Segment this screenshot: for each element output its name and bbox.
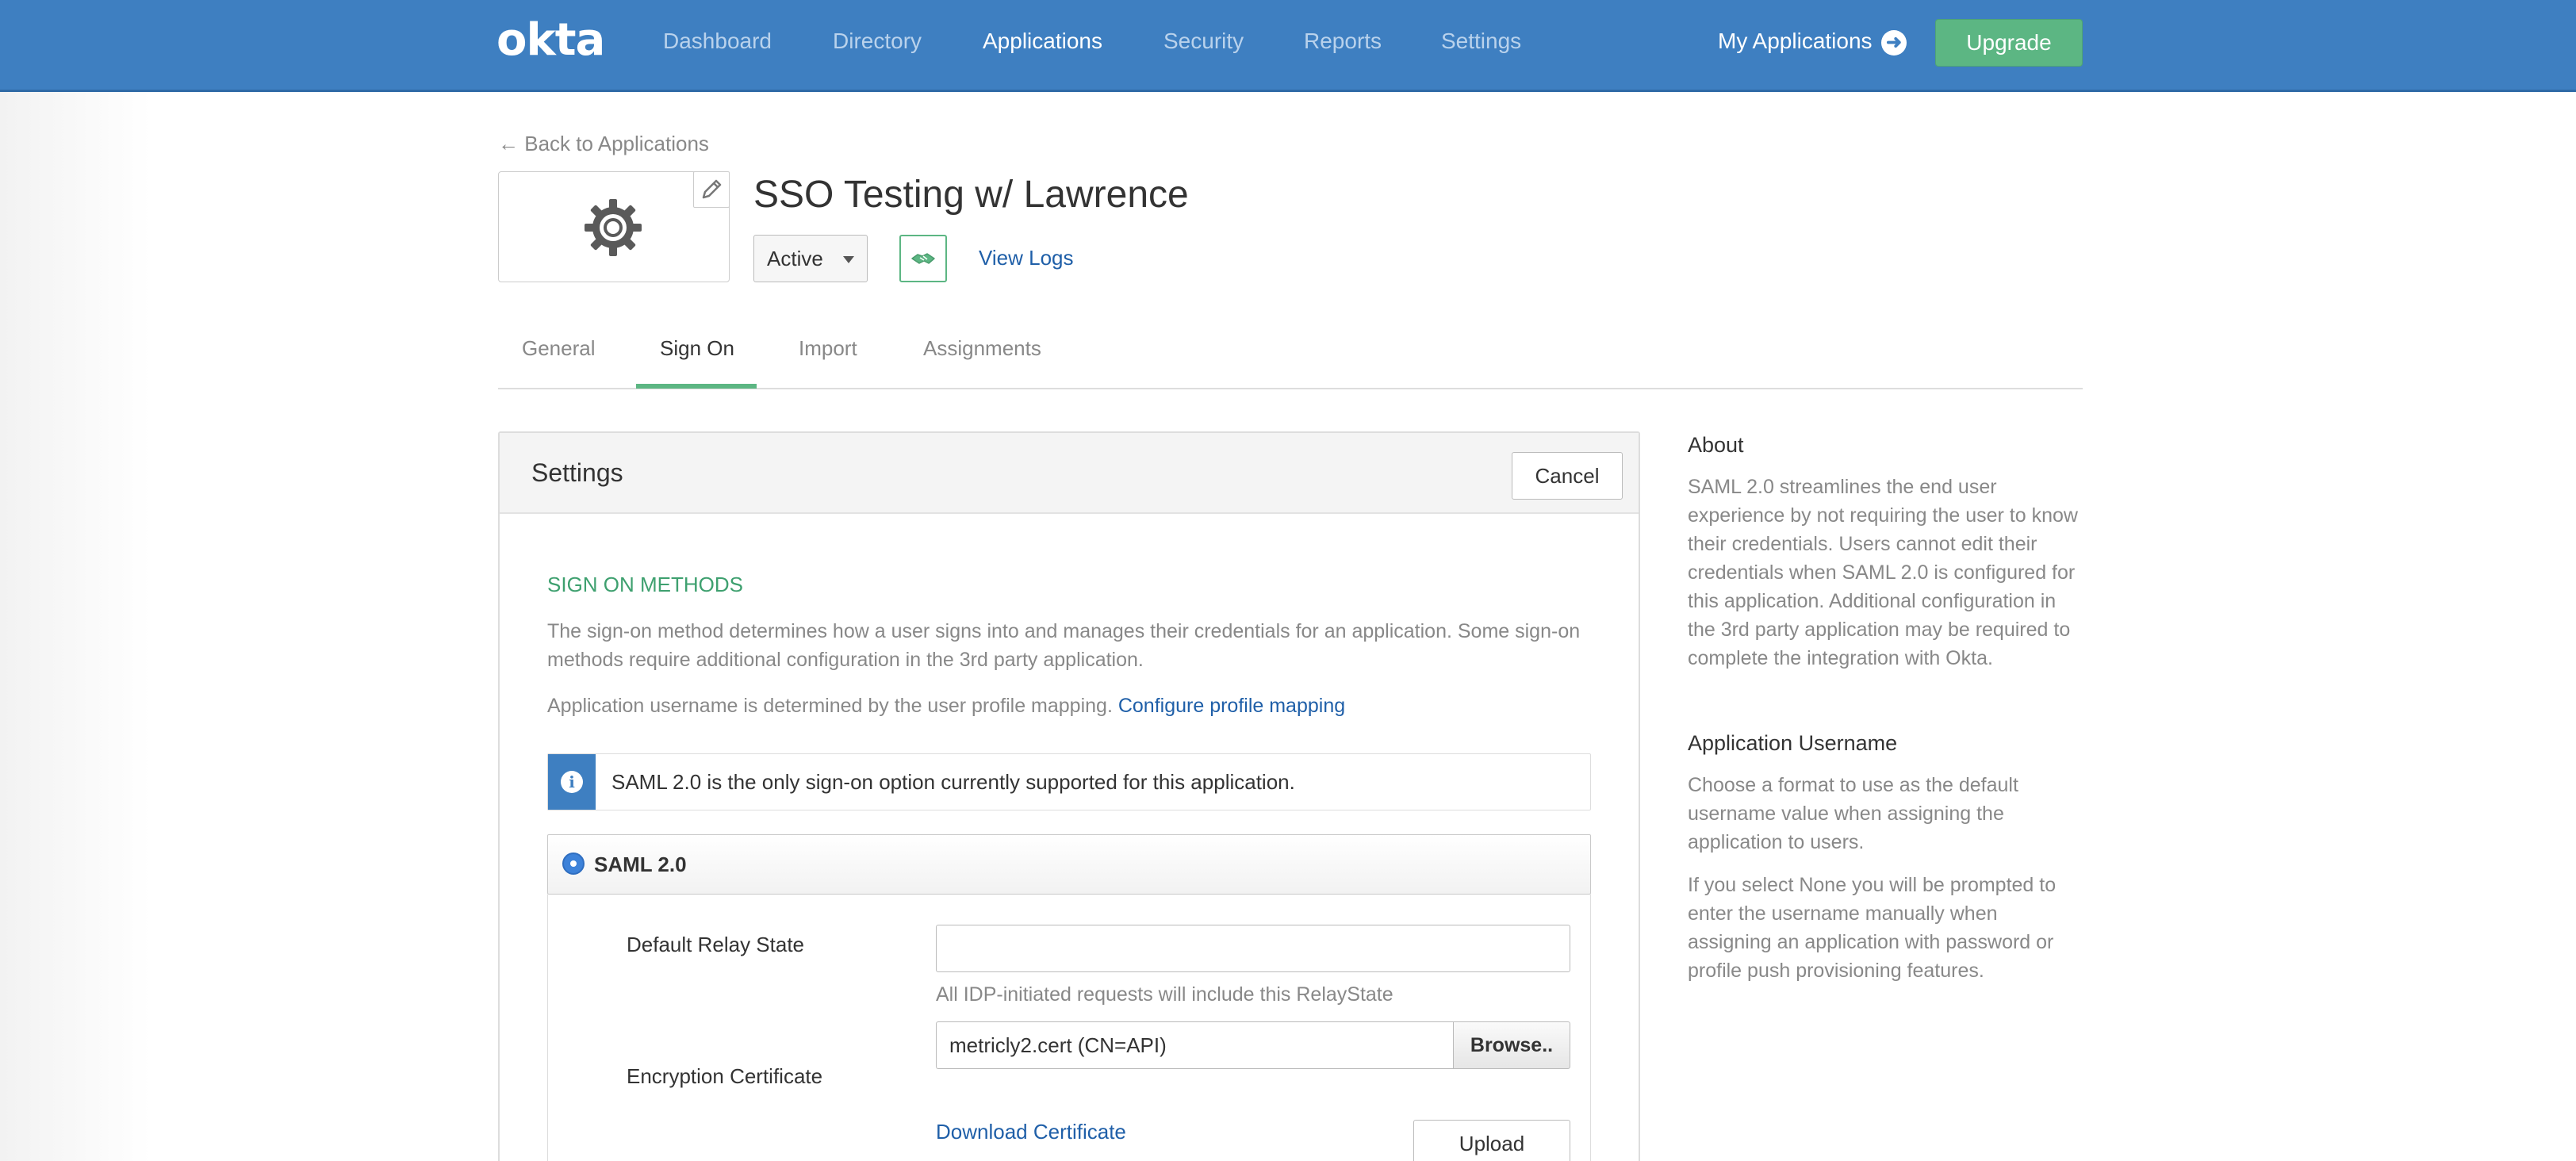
application-username-heading: Application Username — [1688, 731, 1898, 755]
settings-title: Settings — [531, 458, 623, 487]
browse-button[interactable]: Browse.. — [1453, 1021, 1570, 1069]
download-certificate-link[interactable]: Download Certificate — [936, 1120, 1126, 1144]
active-tab-indicator — [636, 384, 757, 389]
saml-option-row[interactable]: SAML 2.0 — [547, 834, 1591, 895]
application-username-text: Choose a format to use as the default us… — [1688, 774, 2018, 853]
gear-icon — [585, 199, 642, 256]
push-groups-button[interactable] — [899, 235, 947, 282]
relay-state-label: Default Relay State — [627, 933, 805, 956]
back-to-applications-link[interactable]: ← Back to Applications — [498, 132, 709, 156]
app-status-value: Active — [767, 247, 823, 270]
arrow-right-circle-icon[interactable]: ➜ — [1881, 30, 1907, 56]
tab-sign-on[interactable]: Sign On — [660, 336, 734, 361]
about-text: SAML 2.0 streamlines the end user experi… — [1688, 476, 2078, 669]
tab-general[interactable]: General — [522, 336, 596, 361]
app-status-select[interactable]: Active — [753, 235, 868, 282]
my-applications-link[interactable]: My Applications — [1718, 29, 1873, 54]
caret-down-icon — [843, 256, 854, 263]
settings-panel: Settings Cancel SIGN ON METHODS The sign… — [498, 431, 1640, 1161]
top-nav-bar: okta Dashboard Directory Applications Se… — [0, 0, 2576, 92]
encryption-certificate-field[interactable]: metricly2.cert (CN=API) — [936, 1021, 1453, 1069]
info-icon: i — [561, 771, 583, 793]
nav-item-reports[interactable]: Reports — [1304, 29, 1382, 54]
upload-button[interactable]: Upload — [1413, 1120, 1570, 1161]
configure-profile-mapping-link[interactable]: Configure profile mapping — [1118, 695, 1345, 717]
edit-logo-button[interactable] — [693, 171, 730, 208]
info-banner-icon-area: i — [548, 754, 596, 810]
app-title: SSO Testing w/ Lawrence — [753, 174, 1189, 216]
username-none-text: If you select None you will be prompted … — [1688, 874, 2057, 982]
app-logo-box — [498, 171, 730, 282]
pencil-icon — [702, 179, 722, 199]
view-logs-link[interactable]: View Logs — [979, 246, 1074, 270]
cancel-button[interactable]: Cancel — [1512, 452, 1623, 500]
okta-logo[interactable]: okta — [496, 14, 605, 66]
encryption-certificate-label: Encryption Certificate — [627, 1064, 823, 1088]
username-note-paragraph: Application username is determined by th… — [547, 692, 1594, 720]
nav-item-settings[interactable]: Settings — [1441, 29, 1521, 54]
sign-on-description: The sign-on method determines how a user… — [547, 620, 1581, 671]
saml-option-label: SAML 2.0 — [594, 853, 687, 876]
tab-assignments[interactable]: Assignments — [923, 336, 1041, 361]
saml-radio-button[interactable] — [562, 853, 585, 875]
relay-state-hint: All IDP-initiated requests will include … — [936, 983, 1393, 1006]
page-left-shade — [0, 92, 151, 1161]
upgrade-button[interactable]: Upgrade — [1935, 19, 2083, 67]
tab-import[interactable]: Import — [799, 336, 857, 361]
info-banner: i SAML 2.0 is the only sign-on option cu… — [547, 753, 1591, 810]
sign-on-methods-heading: SIGN ON METHODS — [547, 573, 744, 596]
nav-item-security[interactable]: Security — [1163, 29, 1244, 54]
nav-item-directory[interactable]: Directory — [833, 29, 922, 54]
info-message: SAML 2.0 is the only sign-on option curr… — [611, 770, 1295, 794]
about-heading: About — [1688, 433, 1744, 457]
handshake-icon — [911, 253, 935, 264]
nav-item-dashboard[interactable]: Dashboard — [663, 29, 772, 54]
settings-panel-header: Settings Cancel — [500, 433, 1639, 514]
nav-item-applications[interactable]: Applications — [983, 29, 1102, 54]
username-note: Application username is determined by th… — [547, 695, 1113, 717]
relay-state-input[interactable] — [936, 925, 1570, 972]
